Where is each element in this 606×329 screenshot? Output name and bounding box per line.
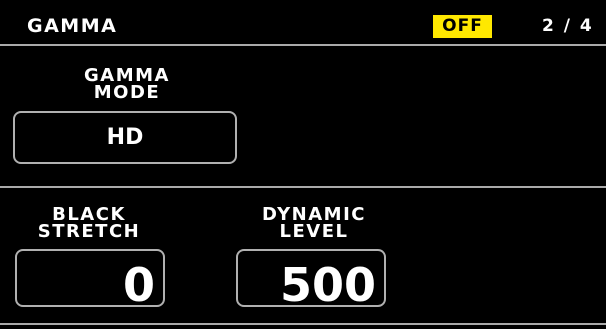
bottom-divider bbox=[0, 323, 606, 325]
gamma-menu-screen: GAMMA OFF 2 / 4 GAMMA MODE HD BLACK STRE… bbox=[0, 0, 606, 329]
dynamic-level-label: DYNAMIC LEVEL bbox=[204, 206, 424, 242]
page-indicator: 2 / 4 bbox=[542, 16, 594, 36]
black-stretch-label: BLACK STRETCH bbox=[0, 206, 199, 242]
gamma-mode-label: GAMMA MODE bbox=[17, 67, 237, 103]
section-divider bbox=[0, 186, 606, 188]
status-badge: OFF bbox=[433, 15, 492, 38]
black-stretch-label-line2: STRETCH bbox=[37, 221, 141, 242]
header-divider bbox=[0, 44, 606, 46]
black-stretch-value: 0 bbox=[122, 258, 155, 312]
dynamic-level-label-line2: LEVEL bbox=[279, 221, 349, 242]
dynamic-level-value: 500 bbox=[279, 258, 376, 312]
page-title: GAMMA bbox=[27, 15, 118, 37]
black-stretch-field[interactable]: 0 bbox=[15, 249, 165, 312]
gamma-mode-label-line2: MODE bbox=[93, 82, 161, 103]
dynamic-level-field[interactable]: 500 bbox=[236, 249, 386, 312]
gamma-mode-value: HD bbox=[106, 125, 144, 150]
gamma-mode-selector[interactable]: HD bbox=[13, 111, 237, 164]
